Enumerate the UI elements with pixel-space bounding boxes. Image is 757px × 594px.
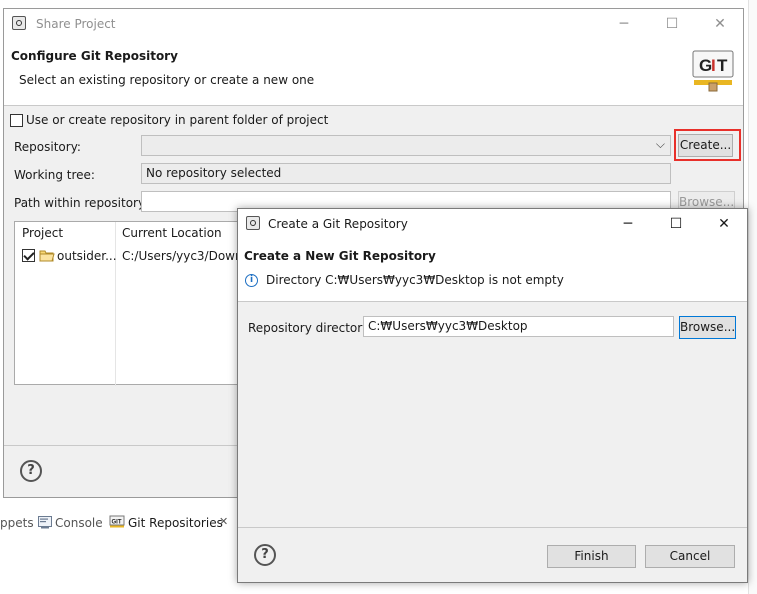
dialog-footer-divider: [238, 527, 747, 528]
repository-label: Repository:: [14, 140, 81, 154]
eclipse-app-icon: [246, 216, 260, 230]
folder-icon: [39, 250, 55, 262]
repository-combo[interactable]: ⌵: [141, 135, 671, 156]
dialog-page-title: Create a New Git Repository: [244, 249, 436, 263]
dialog-header: Create a New Git Repository i Directory …: [238, 239, 747, 302]
dialog-close-button[interactable]: ✕: [715, 215, 733, 233]
finish-button[interactable]: Finish: [547, 545, 636, 568]
repository-directory-input[interactable]: C:₩Users₩yyc3₩Desktop: [363, 316, 674, 337]
git-logo-icon: G I T: [692, 50, 734, 92]
svg-text:I: I: [711, 56, 716, 75]
tab-console[interactable]: Console: [55, 516, 103, 530]
dialog-browse-button[interactable]: Browse...: [679, 316, 736, 339]
row-project-name: outsider...: [57, 249, 117, 263]
row-checkbox[interactable]: [22, 249, 35, 262]
svg-text:GIT: GIT: [112, 520, 122, 526]
repository-directory-label: Repository directory:: [248, 321, 373, 335]
use-parent-folder-label: Use or create repository in parent folde…: [26, 113, 329, 127]
create-button[interactable]: Create...: [678, 134, 733, 157]
working-tree-field: No repository selected: [141, 163, 671, 184]
tab-git-repositories[interactable]: GIT Git Repositories ✕: [106, 510, 236, 534]
wizard-header: Configure Git Repository Select an exist…: [4, 39, 743, 106]
title-bar: Share Project ─ ☐ ✕: [4, 9, 743, 39]
path-label: Path within repository:: [14, 196, 149, 210]
dialog-title: Create a Git Repository: [268, 217, 408, 231]
create-git-repository-dialog: Create a Git Repository ─ ☐ ✕ Create a N…: [237, 208, 748, 583]
tab-snippets[interactable]: ppets: [0, 516, 34, 530]
eclipse-app-icon: [12, 16, 26, 30]
page-subtitle: Select an existing repository or create …: [19, 73, 315, 87]
tab-git-repositories-label: Git Repositories: [128, 516, 223, 530]
cancel-button[interactable]: Cancel: [645, 545, 735, 568]
background-panel: [748, 0, 757, 594]
dialog-title-bar: Create a Git Repository ─ ☐ ✕: [238, 209, 747, 239]
info-icon: i: [245, 274, 258, 287]
use-parent-folder-checkbox[interactable]: [10, 114, 23, 127]
dialog-maximize-button[interactable]: ☐: [667, 215, 685, 233]
minimize-button[interactable]: ─: [615, 15, 633, 33]
dialog-help-icon[interactable]: ?: [254, 544, 276, 566]
close-tab-icon[interactable]: ✕: [219, 515, 228, 528]
row-location: C:/Users/yyc3/Downl: [122, 249, 246, 263]
chevron-down-icon: ⌵: [655, 137, 665, 151]
working-tree-label: Working tree:: [14, 168, 95, 182]
bottom-view-tabs: ppets Console GIT Git Repositories ✕: [0, 508, 240, 536]
help-icon[interactable]: ?: [20, 460, 42, 482]
close-button[interactable]: ✕: [711, 15, 729, 33]
dialog-minimize-button[interactable]: ─: [619, 215, 637, 233]
page-title: Configure Git Repository: [11, 49, 178, 63]
console-icon: [38, 516, 52, 529]
dialog-message: Directory C:₩Users₩yyc3₩Desktop is not e…: [266, 273, 564, 287]
git-repositories-icon: GIT: [109, 515, 125, 528]
svg-text:T: T: [717, 56, 728, 75]
maximize-button[interactable]: ☐: [663, 15, 681, 33]
window-title: Share Project: [36, 17, 116, 31]
column-header-project[interactable]: Project: [22, 226, 63, 240]
column-header-location[interactable]: Current Location: [122, 226, 222, 240]
